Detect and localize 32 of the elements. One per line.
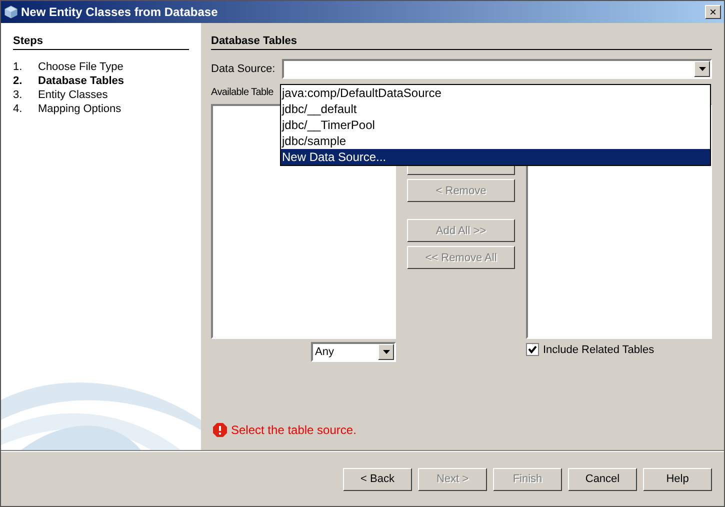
step-number: 1. [13,60,24,74]
cube-icon [4,5,18,19]
dropdown-option[interactable]: jdbc/__default [281,101,710,117]
error-message: Select the table source. [231,423,356,437]
dropdown-option[interactable]: java:comp/DefaultDataSource [281,85,710,101]
window-title: New Entity Classes from Database [21,5,219,19]
filter-dropdown[interactable]: Any [311,342,396,362]
step-label: Database Tables [38,74,124,88]
checkmark-icon [528,345,537,354]
step-number: 3. [13,88,24,102]
available-tables-label: Available Table [211,87,274,100]
step-label: Mapping Options [38,102,122,116]
checkbox[interactable] [526,343,539,356]
step-number: 2. [13,74,24,88]
checkbox-label: Include Related Tables [543,344,654,356]
panel-heading: Database Tables [211,35,712,50]
dropdown-option[interactable]: New Data Source... [281,149,710,165]
dropdown-option[interactable]: jdbc/sample [281,133,710,149]
close-button[interactable]: × [705,5,721,19]
dropdown-option[interactable]: jdbc/__TimerPool [281,117,710,133]
dialog-button[interactable]: Help [643,468,712,490]
data-source-label: Data Source: [211,63,276,75]
data-source-dropdown[interactable] [282,59,712,79]
error-icon [212,422,228,438]
step-number: 4. [13,102,24,116]
dialog-button[interactable]: < Back [343,468,412,490]
step-label: Entity Classes [38,88,108,102]
caret-icon [698,67,706,71]
dialog-button[interactable]: Cancel [568,468,637,490]
caret-icon [382,350,390,354]
steps-heading: Steps [13,35,189,50]
step-label: Choose File Type [38,60,124,74]
